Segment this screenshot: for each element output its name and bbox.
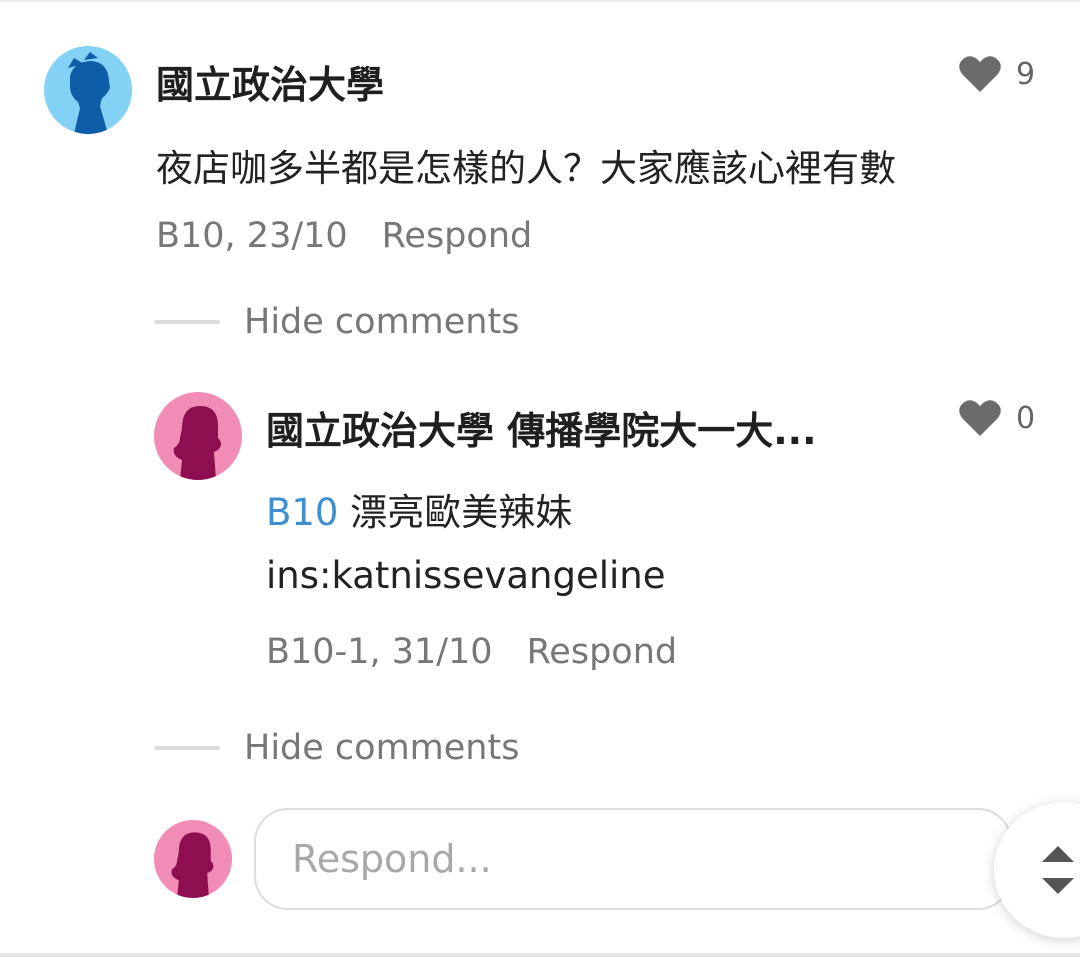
reply-text-line-2: ins:katnissevangeline bbox=[266, 554, 666, 597]
comment-respond-link[interactable]: Respond bbox=[382, 216, 533, 256]
current-user-avatar bbox=[154, 820, 232, 898]
male-avatar-icon bbox=[44, 46, 132, 134]
comment-text: 夜店咖多半都是怎樣的人？大家應該心裡有數 bbox=[156, 147, 896, 190]
respond-input[interactable] bbox=[254, 808, 1012, 910]
top-divider bbox=[0, 0, 1080, 2]
hide-comments-label: Hide comments bbox=[244, 302, 520, 342]
comment-like-button[interactable]: 9 bbox=[958, 54, 1035, 94]
reply-avatar[interactable] bbox=[154, 392, 242, 480]
reply-floor-date: B10-1, 31/10 bbox=[266, 632, 493, 672]
reply-author: 國立政治大學 傳播學院大一大... bbox=[266, 409, 817, 453]
reply-meta: B10-1, 31/10 Respond bbox=[266, 632, 677, 672]
hide-comments-toggle[interactable]: Hide comments bbox=[154, 302, 519, 342]
reply-mention-link[interactable]: B10 bbox=[266, 491, 338, 534]
reply-text-line-1: B10 漂亮歐美辣妹 bbox=[266, 482, 572, 536]
reply-hide-comments-toggle[interactable]: Hide comments bbox=[154, 728, 519, 768]
comment-like-count: 9 bbox=[1016, 56, 1036, 92]
comment-author: 國立政治大學 bbox=[156, 63, 385, 107]
reply-like-button[interactable]: 0 bbox=[958, 398, 1035, 438]
female-avatar-icon bbox=[154, 820, 232, 898]
comment-floor-date: B10, 23/10 bbox=[156, 216, 348, 256]
hide-comments-divider bbox=[154, 746, 220, 750]
comment-meta: B10, 23/10 Respond bbox=[156, 216, 532, 256]
bottom-divider bbox=[0, 953, 1080, 957]
reply-like-count: 0 bbox=[1016, 400, 1036, 436]
female-avatar-icon bbox=[154, 392, 242, 480]
reply-respond-link[interactable]: Respond bbox=[527, 632, 678, 672]
hide-comments-label: Hide comments bbox=[244, 728, 520, 768]
reply-text-content: 漂亮歐美辣妹 bbox=[338, 491, 573, 534]
scroll-toggle-button[interactable] bbox=[994, 802, 1080, 938]
heart-icon bbox=[959, 56, 1001, 92]
hide-comments-divider bbox=[154, 320, 220, 324]
commenter-avatar[interactable] bbox=[44, 46, 132, 134]
scroll-up-down-icon bbox=[1042, 846, 1074, 894]
heart-icon bbox=[959, 400, 1001, 436]
